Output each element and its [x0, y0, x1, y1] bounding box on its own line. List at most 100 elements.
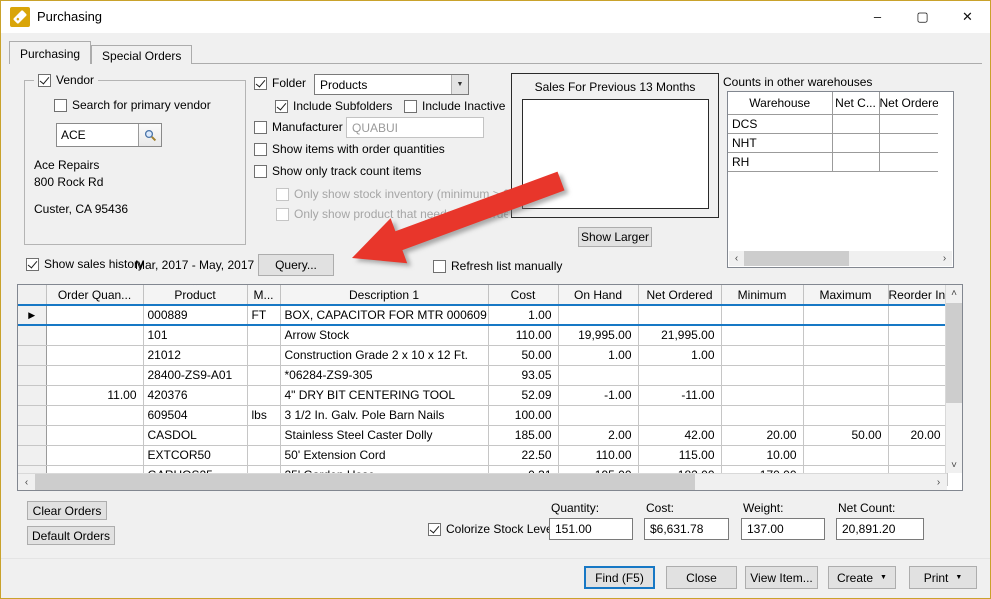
column-header-net-ordered[interactable]: Net Ordered: [638, 285, 721, 305]
grid-cell[interactable]: [888, 385, 947, 405]
grid-cell[interactable]: [46, 305, 143, 325]
folder-combobox[interactable]: Products ▼: [314, 74, 469, 95]
grid-cell[interactable]: [721, 385, 803, 405]
grid-cell[interactable]: -1.00: [558, 385, 638, 405]
include-inactive-checkbox[interactable]: Include Inactive: [404, 99, 505, 113]
maximize-button[interactable]: ▢: [900, 1, 945, 32]
grid-cell[interactable]: 22.50: [488, 445, 558, 465]
grid-cell[interactable]: 28400-ZS9-A01: [143, 365, 247, 385]
grid-cell[interactable]: [558, 365, 638, 385]
show-only-track-count-checkbox[interactable]: Show only track count items: [254, 164, 421, 178]
grid-cell[interactable]: 4" DRY BIT CENTERING TOOL: [280, 385, 488, 405]
grid-cell[interactable]: 000889: [143, 305, 247, 325]
grid-cell[interactable]: BOX, CAPACITOR FOR MTR 000609: [280, 305, 488, 325]
grid-cell[interactable]: Arrow Stock: [280, 325, 488, 345]
table-row[interactable]: EXTCOR5050' Extension Cord22.50110.00115…: [18, 445, 947, 465]
grid-cell[interactable]: [247, 425, 280, 445]
query-button[interactable]: Query...: [258, 254, 334, 276]
grid-cell[interactable]: -11.00: [638, 385, 721, 405]
grid-cell[interactable]: [46, 345, 143, 365]
table-row[interactable]: NHT: [728, 133, 938, 152]
grid-cell[interactable]: 50.00: [488, 345, 558, 365]
row-selector[interactable]: [18, 345, 46, 365]
grid-cell[interactable]: [46, 325, 143, 345]
column-header-maximum[interactable]: Maximum: [803, 285, 888, 305]
warehouse-cell[interactable]: [832, 114, 879, 133]
row-selector[interactable]: [18, 425, 46, 445]
row-selector[interactable]: ▶: [18, 305, 46, 325]
vendor-checkbox[interactable]: Vendor: [34, 73, 98, 87]
grid-cell[interactable]: 10.00: [721, 445, 803, 465]
grid-cell[interactable]: [803, 305, 888, 325]
grid-cell[interactable]: [803, 325, 888, 345]
table-row[interactable]: RH: [728, 152, 938, 171]
print-button[interactable]: Print▼: [909, 566, 977, 589]
net-count-field[interactable]: 20,891.20: [836, 518, 924, 540]
grid-cell[interactable]: 19,995.00: [558, 325, 638, 345]
table-row[interactable]: DCS: [728, 114, 938, 133]
grid-cell[interactable]: [803, 365, 888, 385]
grid-cell[interactable]: [721, 345, 803, 365]
warehouse-cell[interactable]: RH: [728, 152, 832, 171]
default-orders-button[interactable]: Default Orders: [27, 526, 115, 545]
scroll-left-icon[interactable]: ‹: [729, 251, 744, 266]
grid-cell[interactable]: [888, 445, 947, 465]
grid-cell[interactable]: 110.00: [488, 325, 558, 345]
vendor-code-value[interactable]: ACE: [57, 124, 138, 146]
minimize-button[interactable]: –: [855, 1, 900, 32]
create-button[interactable]: Create▼: [828, 566, 896, 589]
grid-cell[interactable]: [638, 405, 721, 425]
grid-cell[interactable]: 420376: [143, 385, 247, 405]
grid-cell[interactable]: 52.09: [488, 385, 558, 405]
table-row[interactable]: CASDOLStainless Steel Caster Dolly185.00…: [18, 425, 947, 445]
grid-cell[interactable]: [803, 385, 888, 405]
row-selector[interactable]: [18, 385, 46, 405]
grid-cell[interactable]: *06284-ZS9-305: [280, 365, 488, 385]
grid-cell[interactable]: [46, 425, 143, 445]
grid-cell[interactable]: [721, 405, 803, 425]
table-row[interactable]: 609504lbs3 1/2 In. Galv. Pole Barn Nails…: [18, 405, 947, 425]
tab-special-orders[interactable]: Special Orders: [91, 45, 192, 64]
manufacturer-input[interactable]: QUABUI: [346, 117, 484, 138]
grid-cell[interactable]: 185.00: [488, 425, 558, 445]
column-header-on-hand[interactable]: On Hand: [558, 285, 638, 305]
column-header-minimum[interactable]: Minimum: [721, 285, 803, 305]
table-row[interactable]: 11.00420376 4" DRY BIT CENTERING TOOL52.0…: [18, 385, 947, 405]
table-row[interactable]: ▶ 000889FTBOX, CAPACITOR FOR MTR 0006091.…: [18, 305, 947, 325]
column-header-cost[interactable]: Cost: [488, 285, 558, 305]
grid-cell[interactable]: [247, 365, 280, 385]
grid-cell[interactable]: [721, 305, 803, 325]
row-selector[interactable]: [18, 325, 46, 345]
grid-horizontal-scrollbar[interactable]: ‹ ›: [18, 473, 947, 490]
grid-cell[interactable]: 1.00: [638, 345, 721, 365]
row-selector[interactable]: [18, 405, 46, 425]
grid-cell[interactable]: 1.00: [558, 345, 638, 365]
grid-cell[interactable]: FT: [247, 305, 280, 325]
grid-cell[interactable]: 101: [143, 325, 247, 345]
grid-cell[interactable]: 100.00: [488, 405, 558, 425]
warehouse-cell[interactable]: DCS: [728, 114, 832, 133]
grid-cell[interactable]: [247, 345, 280, 365]
grid-cell[interactable]: 93.05: [488, 365, 558, 385]
vendor-code-input[interactable]: ACE: [56, 123, 162, 147]
grid-cell[interactable]: [888, 325, 947, 345]
warehouse-cell[interactable]: [832, 133, 879, 152]
manufacturer-checkbox[interactable]: Manufacturer: [254, 120, 343, 134]
grid-cell[interactable]: 11.00: [46, 385, 143, 405]
grid-cell[interactable]: 50' Extension Cord: [280, 445, 488, 465]
grid-cell[interactable]: 110.00: [558, 445, 638, 465]
column-header-net-ordered[interactable]: Net Ordered: [879, 92, 938, 114]
warehouse-cell[interactable]: [879, 114, 938, 133]
warehouse-cell[interactable]: NHT: [728, 133, 832, 152]
grid-cell[interactable]: [558, 405, 638, 425]
grid-cell[interactable]: [638, 365, 721, 385]
grid-cell[interactable]: 20.00: [721, 425, 803, 445]
grid-cell[interactable]: [888, 305, 947, 325]
grid-cell[interactable]: [888, 345, 947, 365]
refresh-list-manually-checkbox[interactable]: Refresh list manually: [433, 259, 562, 273]
grid-cell[interactable]: 50.00: [803, 425, 888, 445]
column-header-reorder-inc[interactable]: Reorder Inc...: [888, 285, 947, 305]
scrollbar-thumb[interactable]: [744, 251, 849, 266]
scroll-right-icon[interactable]: ›: [937, 251, 952, 266]
grid-cell[interactable]: 1.00: [488, 305, 558, 325]
